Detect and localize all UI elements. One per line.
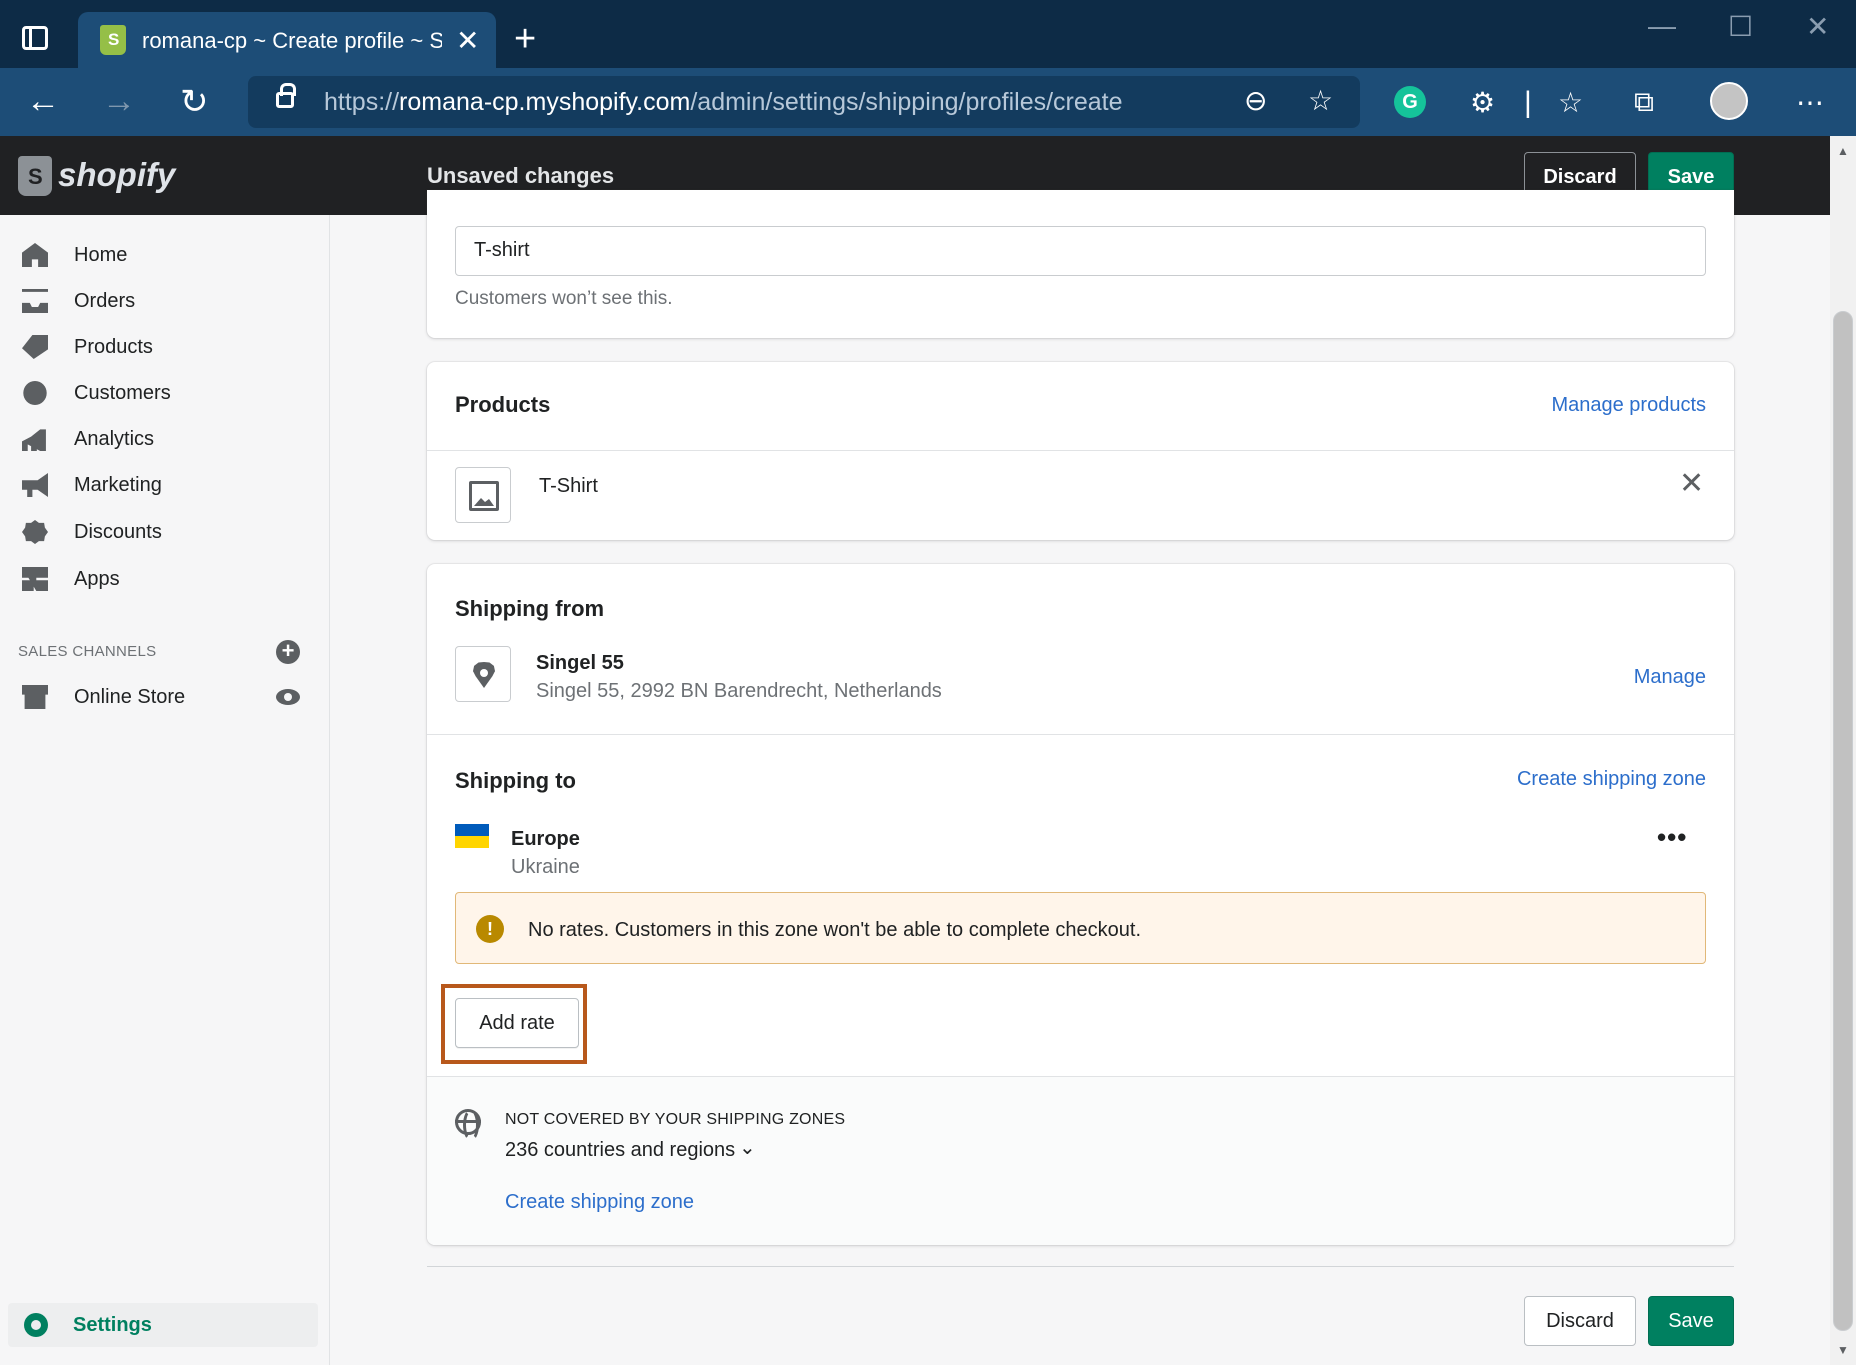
window-close-icon[interactable]: ✕ [1806,10,1829,43]
tab-actions-icon[interactable] [22,26,48,50]
sidebar-nav: Home Orders Products Customers Analytics… [0,215,330,1365]
add-rate-button[interactable]: Add rate [455,998,579,1048]
more-menu-icon[interactable]: ⋯ [1796,86,1824,119]
extensions-icon[interactable]: ⚙ [1470,86,1495,119]
product-thumbnail [455,467,511,523]
home-icon [22,243,48,267]
no-rates-warning-banner: ! No rates. Customers in this zone won't… [455,892,1706,964]
page-actions-divider [427,1266,1734,1267]
scroll-up-icon[interactable]: ▲ [1837,144,1849,158]
location-name: Singel 55 [536,652,624,674]
discard-button-bottom[interactable]: Discard [1524,1296,1636,1346]
shipping-card: Shipping from Singel 55 Singel 55, 2992 … [427,564,1734,1245]
person-icon [23,381,47,405]
collections-icon[interactable]: ⧉ [1634,86,1654,119]
warning-icon: ! [476,915,504,943]
add-favorite-icon[interactable]: ☆ [1308,84,1333,117]
sales-channels-heading: SALES CHANNELS [18,643,157,660]
address-bar[interactable]: https://romana-cp.myshopify.com/admin/se… [248,76,1360,128]
store-icon [22,685,48,709]
tag-icon [22,335,48,359]
favorites-icon[interactable]: ☆ [1558,86,1583,119]
warning-message: No rates. Customers in this zone won't b… [528,919,1142,941]
shopify-bag-icon [18,156,52,196]
products-title: Products [455,392,551,417]
create-shipping-zone-link[interactable]: Create shipping zone [1517,768,1706,791]
profile-name-card: T-shirt Customers won’t see this. [427,190,1734,338]
bar-chart-icon [22,429,46,451]
save-button-bottom[interactable]: Save [1648,1296,1734,1346]
view-store-eye-icon[interactable] [276,689,300,705]
apps-icon [22,567,48,591]
unsaved-changes-title: Unsaved changes [427,163,615,188]
toolbar-separator: | [1524,86,1532,119]
profile-name-input[interactable]: T-shirt [455,226,1706,276]
minimize-icon[interactable]: — [1648,10,1676,42]
divider [427,734,1734,735]
globe-icon [455,1109,481,1141]
product-name: T-Shirt [539,475,598,497]
gear-icon [24,1313,48,1337]
browser-tab[interactable]: romana-cp ~ Create profile ~ Sh ✕ [78,12,496,68]
zone-country: Ukraine [511,856,580,878]
products-card: Products Manage products T-Shirt ✕ [427,362,1734,540]
shopify-favicon-icon [100,25,126,55]
shipping-to-title: Shipping to [455,768,576,793]
remove-product-close-icon[interactable]: ✕ [1679,466,1704,501]
tab-title: romana-cp ~ Create profile ~ Sh [142,28,442,53]
back-icon[interactable]: ← [26,82,60,121]
profile-name-help-text: Customers won’t see this. [455,288,673,309]
shipping-from-title: Shipping from [455,596,605,621]
maximize-icon[interactable]: ☐ [1728,10,1753,43]
zone-name: Europe [511,828,580,850]
manage-location-link[interactable]: Manage [1634,666,1706,689]
create-shipping-zone-link-secondary[interactable]: Create shipping zone [505,1191,694,1214]
refresh-icon[interactable]: ↻ [180,82,209,122]
divider [427,450,1734,451]
url-text[interactable]: https://romana-cp.myshopify.com/admin/se… [324,88,1123,117]
add-sales-channel-icon[interactable]: + [276,640,300,664]
location-pin-icon [473,662,495,688]
sidebar-item-settings[interactable]: Settings [8,1303,318,1347]
zoom-out-icon[interactable]: ⊖ [1244,84,1267,117]
discount-icon [22,520,48,544]
not-covered-title: NOT COVERED BY YOUR SHIPPING ZONES [505,1111,846,1128]
not-covered-section: NOT COVERED BY YOUR SHIPPING ZONES 236 c… [427,1076,1734,1245]
orders-icon [22,289,48,313]
new-tab-icon[interactable]: + [514,18,536,61]
browser-tab-bar: romana-cp ~ Create profile ~ Sh ✕ + — ☐ … [0,0,1856,68]
manage-products-link[interactable]: Manage products [1551,394,1706,417]
zone-more-actions-icon[interactable]: ••• [1657,822,1687,853]
ukraine-flag-icon [455,824,489,848]
page-scrollbar[interactable]: ▲ ▼ [1830,136,1856,1365]
close-tab-icon[interactable]: ✕ [456,24,479,57]
forward-icon[interactable]: → [102,82,136,121]
lock-icon[interactable] [276,83,296,108]
profile-avatar[interactable] [1710,82,1748,120]
location-address: Singel 55, 2992 BN Barendrecht, Netherla… [536,680,942,702]
image-placeholder-icon [469,481,499,511]
browser-toolbar: ← → ↻ https://romana-cp.myshopify.com/ad… [0,68,1856,136]
megaphone-icon [22,473,48,497]
scroll-down-icon[interactable]: ▼ [1837,1343,1849,1357]
not-covered-count[interactable]: 236 countries and regions [505,1139,735,1162]
chevron-down-icon[interactable]: ⌄ [739,1135,756,1160]
scrollbar-thumb[interactable] [1833,311,1853,1331]
grammarly-extension-icon[interactable]: G [1394,86,1426,118]
location-thumbnail [455,646,511,702]
